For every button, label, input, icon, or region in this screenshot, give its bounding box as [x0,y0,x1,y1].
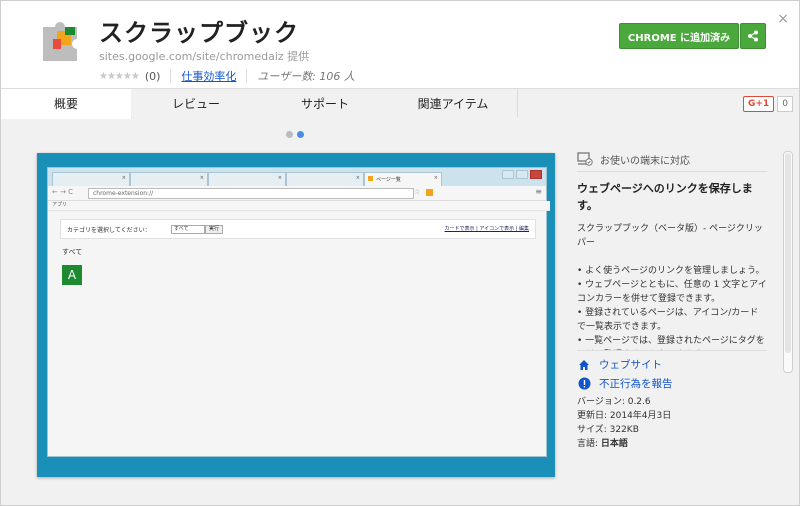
extension-detail-dialog: スクラップブック sites.google.com/site/chromedai… [0,0,800,506]
extension-icon [426,189,433,196]
divider [577,350,767,351]
star-icon: ☆ [414,188,421,196]
preview-page-content: カテゴリを選択してください： すべて 実行 カードで表示 | アイコンで表示 |… [48,211,546,456]
description-headline: ウェブページへのリンクを保存します。 [577,182,753,212]
language-label: 言語: [577,439,601,449]
preview-tab: × [130,172,208,187]
details-sidebar: お使いの端末に対応 ウェブページへのリンクを保存します。 スクラップブック（ベー… [577,147,767,451]
tab-related[interactable]: 関連アイテム [389,89,518,117]
divider [170,69,172,83]
meta-row: ★★★★★ (0) 仕事効率化 ユーザー数: 106 人 [99,68,355,84]
language-value: 日本語 [600,439,628,449]
category-select: すべて [171,225,205,234]
maximize-icon [516,170,528,179]
preview-tab-title: ページ一覧 [376,177,401,183]
description-scrollbar[interactable] [783,151,793,373]
preview-omnibox: chrome-extension:// [88,188,414,199]
preview-toolbar: ← → C chrome-extension:// ☆ ≡ [48,186,546,201]
added-to-chrome-button[interactable]: CHROME に追加済み [619,23,739,49]
category-prompt: カテゴリを選択してください： [67,227,151,234]
website-link-label[interactable]: ウェブサイト [599,357,662,372]
gplus-widget: G+1 0 [743,96,793,112]
menu-icon: ≡ [535,187,542,196]
user-count: ユーザー数: 106 人 [257,70,355,83]
rating-stars: ★★★★★ [99,70,140,82]
tab-bar: 概要 レビュー サポート 関連アイテム [1,89,799,119]
preview-tab: × [208,172,286,187]
header: スクラップブック sites.google.com/site/chromedai… [1,1,799,89]
preview-tab: × [52,172,130,187]
size-info: サイズ: 322KB [577,425,639,435]
website-link[interactable]: ウェブサイト [577,355,767,374]
rating-count: (0) [144,69,161,83]
share-icon [748,30,758,42]
compat-text: お使いの端末に対応 [600,155,690,167]
version-info: バージョン: 0.2.6 [577,397,651,407]
scrollbar-thumb[interactable] [785,153,791,353]
share-button[interactable] [740,23,766,49]
preview-bookmarks-bar: アプリ [48,201,550,211]
home-icon [577,358,591,372]
close-window-icon [530,170,542,179]
category-link[interactable]: 仕事効率化 [181,68,236,84]
language-info: 言語: 日本語 [577,437,767,451]
preview-active-tab: ページ一覧 × [364,172,442,187]
all-label: すべて [62,248,83,256]
nav-arrows-icon: ← → C [52,188,74,196]
tab-overview[interactable]: 概要 [1,89,132,119]
report-abuse-link[interactable]: 不正行為を報告 [577,374,767,393]
tab-reviews[interactable]: レビュー [131,89,262,117]
carousel-dots [286,131,304,138]
preview-filter-panel: カテゴリを選択してください： すべて 実行 カードで表示 | アイコンで表示 |… [60,219,536,239]
carousel-dot[interactable] [286,131,293,138]
screenshot-preview[interactable]: × × × × ページ一覧 × ← → C chrome-extension:/… [37,153,555,477]
divider [577,171,767,172]
page-tile: A [62,265,82,285]
preview-window-controls [502,170,542,179]
device-check-icon [577,152,593,166]
preview-tab: × [286,172,364,187]
description-text: スクラップブック（ベータ版）- ページクリッパー • よく使うページのリンクを管… [577,224,767,346]
puzzle-extension-icon [39,13,89,63]
tab-support[interactable]: サポート [261,89,390,117]
gplus-count: 0 [777,96,793,112]
carousel-dot-active[interactable] [297,131,304,138]
app-title: スクラップブック [99,19,299,47]
offered-by: sites.google.com/site/chromedaiz 提供 [99,50,310,63]
divider [246,69,248,83]
tab-favicon-icon [368,176,373,181]
updated-info: 更新日: 2014年4月3日 [577,411,672,421]
close-icon[interactable]: × [777,11,789,27]
gplus-button[interactable]: G+1 [743,96,775,112]
preview-tab-strip: × × × × ページ一覧 × [48,168,546,187]
view-links: カードで表示 | アイコンで表示 | 編集 [444,226,529,232]
compat-row: お使いの端末に対応 [577,147,767,171]
report-abuse-label[interactable]: 不正行為を報告 [599,376,673,391]
minimize-icon [502,170,514,179]
alert-icon [577,377,591,391]
exec-button: 実行 [205,225,223,234]
preview-browser-window: × × × × ページ一覧 × ← → C chrome-extension:/… [47,167,550,457]
